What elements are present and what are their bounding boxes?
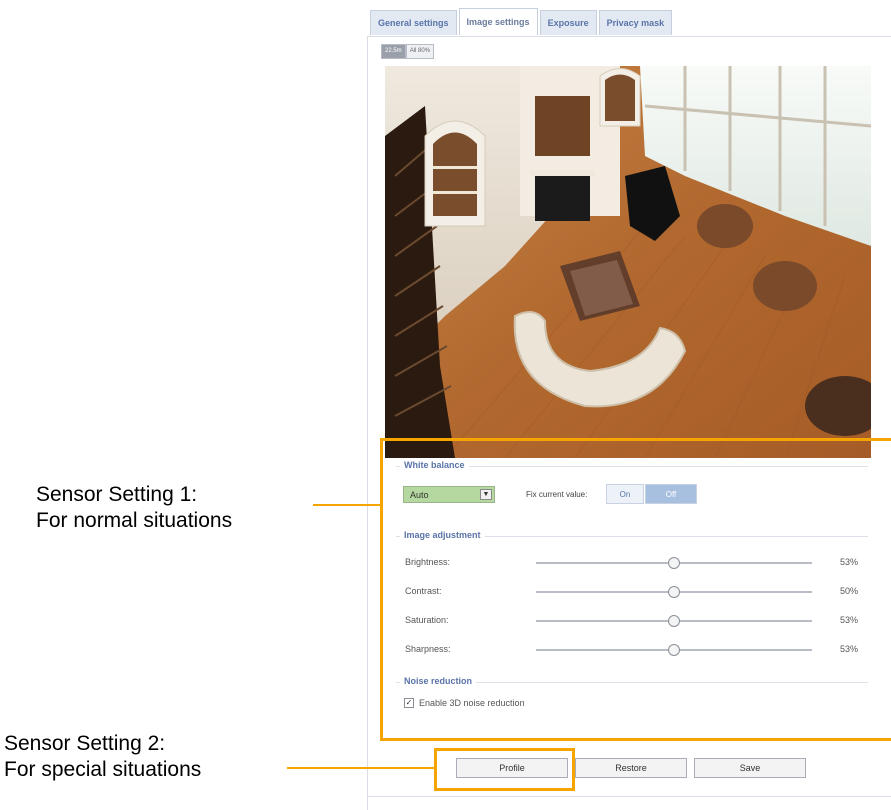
panel-bottom-divider (367, 796, 891, 797)
sensor-setting-1-leader-line (313, 504, 380, 506)
sensor-setting-1-subtitle: For normal situations (36, 509, 233, 532)
view-size-toggle: 22.5m All 80% (381, 44, 435, 59)
save-button[interactable]: Save (694, 758, 806, 778)
sensor-setting-1-title: Sensor Setting 1: (36, 483, 198, 506)
restore-button[interactable]: Restore (575, 758, 687, 778)
sensor-setting-2-callout: Sensor Setting 2: For special situations (4, 731, 201, 783)
camera-image (385, 66, 871, 458)
sensor-setting-2-highlight (434, 748, 575, 791)
sensor-setting-1-highlight (380, 438, 891, 741)
view-size-option-2[interactable]: All 80% (405, 44, 435, 59)
sensor-setting-2-subtitle: For special situations (4, 758, 202, 781)
tab-general-settings[interactable]: General settings (370, 10, 457, 35)
sensor-setting-2-title: Sensor Setting 2: (4, 732, 166, 755)
sensor-setting-2-leader-line (287, 767, 434, 769)
tab-bar: General settings Image settings Exposure… (370, 8, 673, 36)
sensor-setting-1-callout: Sensor Setting 1: For normal situations (36, 482, 232, 534)
camera-live-view (385, 66, 871, 458)
tab-privacy-mask[interactable]: Privacy mask (598, 10, 673, 35)
panel-divider (367, 36, 891, 37)
panel-border (367, 36, 368, 810)
tab-exposure[interactable]: Exposure (539, 10, 597, 35)
view-size-option-1[interactable]: 22.5m (381, 44, 406, 59)
tab-image-settings[interactable]: Image settings (458, 8, 538, 35)
